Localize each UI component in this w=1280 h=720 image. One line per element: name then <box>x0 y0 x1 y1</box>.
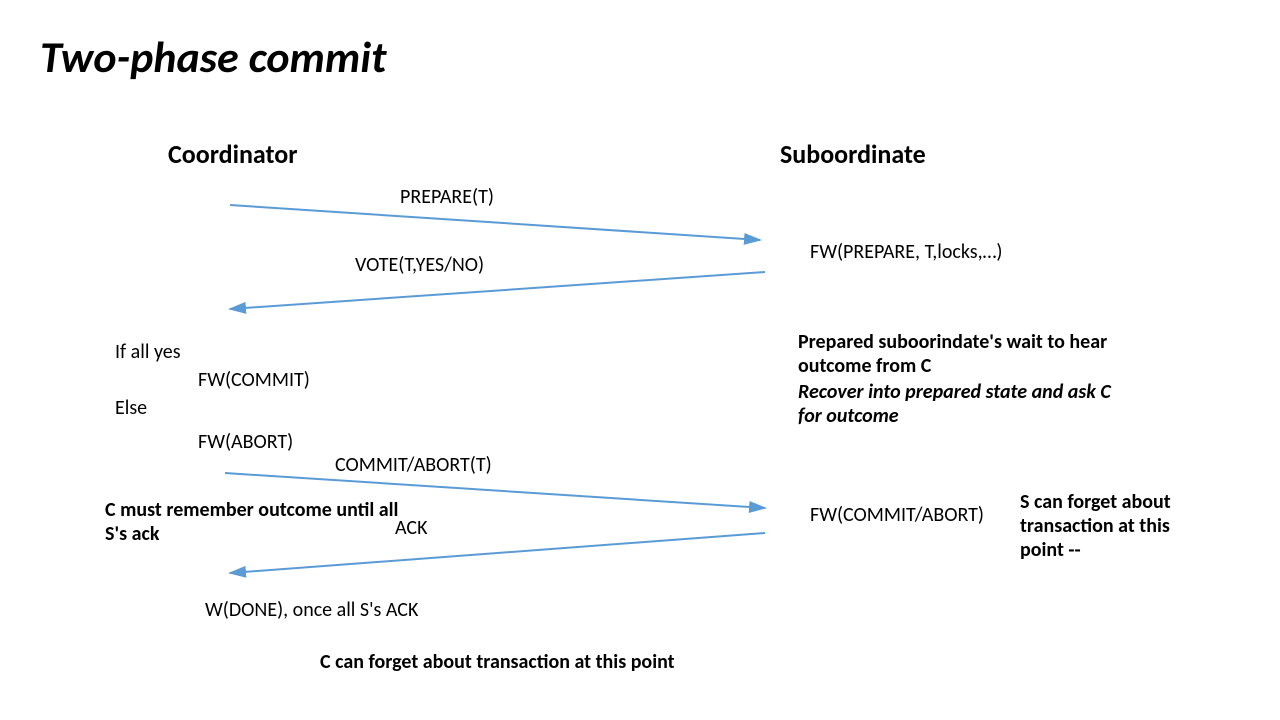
label-ack: ACK <box>395 516 427 540</box>
coord-forget-note: C can forget about transaction at this p… <box>320 650 675 674</box>
label-commit-abort: COMMIT/ABORT(T) <box>335 453 492 477</box>
arrow-ack <box>225 528 775 583</box>
label-vote: VOTE(T,YES/NO) <box>355 253 484 277</box>
sub-recover-note: Recover into prepared state and ask C fo… <box>798 380 1128 428</box>
coordinator-header: Coordinator <box>168 138 298 170</box>
arrow-vote <box>225 267 775 317</box>
sub-forget-note: S can forget about transaction at this p… <box>1020 490 1200 562</box>
coord-fw-abort: FW(ABORT) <box>198 430 293 454</box>
subordinate-header: Suboordinate <box>780 138 926 170</box>
coord-fw-commit: FW(COMMIT) <box>198 368 310 392</box>
coord-if-yes: If all yes <box>115 340 181 364</box>
coord-done: W(DONE), once all S's ACK <box>205 598 435 622</box>
arrow-prepare <box>230 200 770 250</box>
label-prepare: PREPARE(T) <box>400 185 494 209</box>
sub-fw-commit: FW(COMMIT/ABORT) <box>810 503 984 527</box>
sub-prepared-note: Prepared suboorindate's wait to hear out… <box>798 330 1108 378</box>
coord-else: Else <box>115 396 147 420</box>
slide-title: Two-phase commit <box>40 30 386 84</box>
sub-fw-prepare: FW(PREPARE, T,locks,…) <box>810 240 1002 264</box>
